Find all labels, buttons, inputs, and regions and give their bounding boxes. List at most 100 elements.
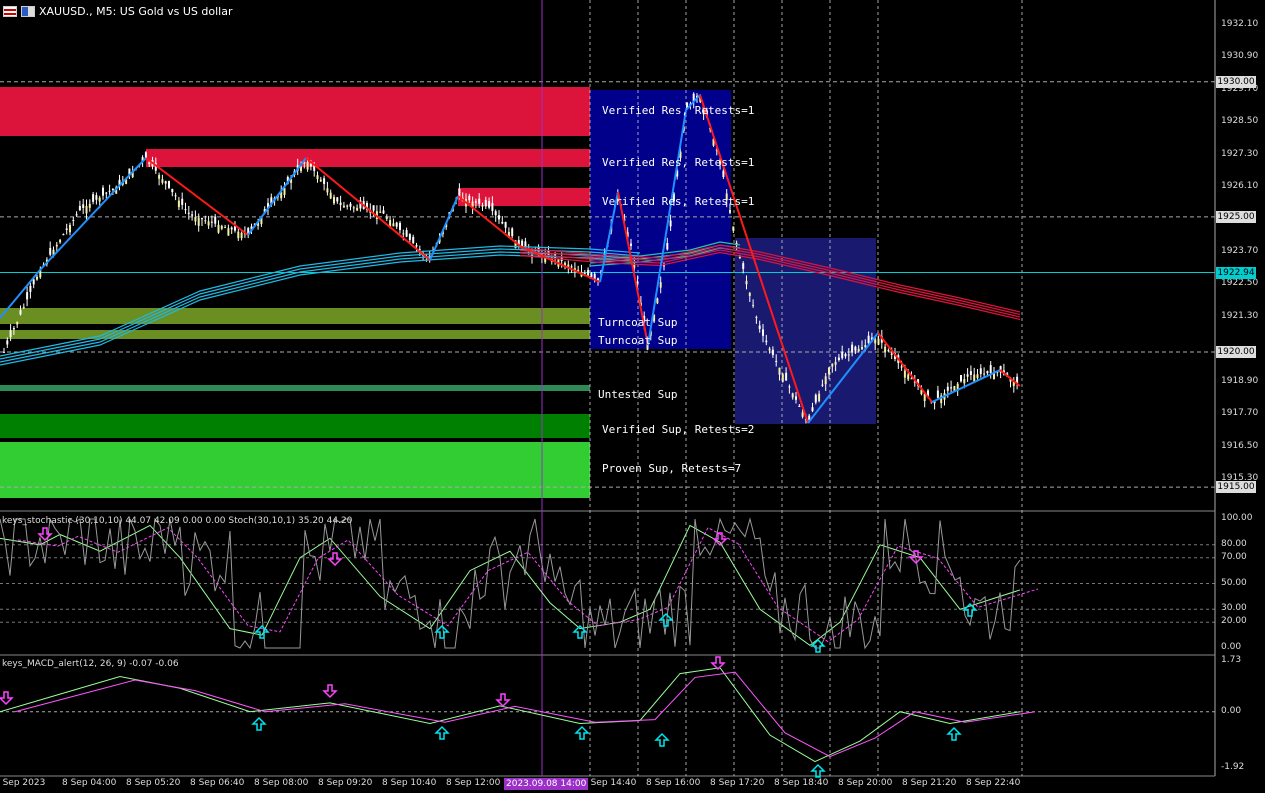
chart-type-icon [21, 5, 35, 17]
candle-body [402, 233, 405, 235]
candle-body [491, 203, 494, 212]
indicator-axis-label: 20.00 [1221, 616, 1247, 627]
candle-body [824, 376, 827, 385]
candle-body [187, 212, 190, 214]
candle-body [408, 234, 411, 240]
candle-body [814, 394, 817, 403]
candle-body [478, 198, 481, 204]
zone-label: Verified Res, Retests=1 [602, 104, 755, 117]
candle-body [164, 181, 167, 184]
candle-body [768, 348, 771, 351]
candle-body [339, 202, 342, 206]
price-level-tag: 1920.00 [1216, 345, 1256, 358]
candle-body [184, 209, 187, 211]
zone-label: Untested Sup [598, 388, 678, 401]
time-tick-label: 8 Sep 22:40 [966, 778, 1021, 788]
candle-body [49, 247, 52, 255]
candle-body [9, 330, 12, 337]
candle-body [854, 346, 857, 351]
candle-body [656, 298, 659, 304]
candle-body [75, 214, 78, 216]
candle-body [781, 374, 784, 382]
candle-body [946, 386, 949, 391]
candle-body [778, 367, 781, 375]
candle-body [32, 279, 35, 285]
candle-body [392, 223, 395, 227]
candle-body [207, 221, 210, 226]
candle-body [69, 225, 71, 233]
candle-body [78, 205, 81, 211]
candle-body [201, 218, 203, 220]
price-tick-label: 1918.90 [1221, 375, 1259, 386]
candle-body [748, 292, 751, 296]
candle-body [989, 365, 992, 373]
candle-body [587, 269, 590, 276]
candle-body [349, 203, 352, 207]
candle-body [342, 205, 345, 208]
candle-body [329, 192, 332, 199]
price-tick-label: 1922.50 [1221, 278, 1259, 289]
candle-body [484, 199, 487, 207]
time-tick-label: 8 Sep 09:20 [318, 778, 373, 788]
candle-body [6, 340, 9, 345]
candle-body [501, 221, 504, 224]
price-tick-label: 1932.10 [1221, 19, 1259, 29]
time-cursor-label: 2023.09.08 14:00 [504, 778, 589, 790]
candle-body [204, 220, 207, 222]
price-level-tag: 1925.00 [1216, 210, 1256, 223]
candle-body [356, 207, 359, 211]
candle-body [752, 304, 755, 306]
candle-body [214, 216, 217, 224]
candle-body [762, 329, 764, 336]
candle-body [382, 210, 385, 214]
candle-body [666, 242, 669, 250]
candle-body [326, 188, 329, 193]
price-tick-label: 1926.10 [1221, 181, 1259, 192]
candle-body [191, 214, 194, 216]
candle-body [910, 378, 913, 380]
price-tick-label: 1921.30 [1221, 310, 1259, 321]
candle-body [884, 346, 887, 352]
price-tick-label: 1928.50 [1221, 116, 1259, 127]
candle-body [785, 372, 788, 381]
candle-body [333, 197, 335, 204]
candle-body [729, 210, 731, 213]
price-tick-label: 1930.90 [1221, 51, 1259, 62]
candle-body [907, 374, 910, 380]
time-tick-label: 8 Sep 04:00 [62, 778, 117, 788]
candle-body [230, 227, 233, 230]
candle-body [903, 370, 906, 378]
candle-body [309, 163, 312, 167]
candle-body [983, 373, 986, 375]
price-tick-label: 1916.50 [1221, 440, 1259, 451]
candle-body [986, 371, 989, 374]
candle-body [181, 198, 184, 205]
candle-body [36, 276, 38, 280]
candle-body [659, 282, 662, 288]
indicator-axis-label: 1.73 [1221, 655, 1242, 665]
candle-body [867, 335, 870, 344]
candle-body [758, 325, 761, 329]
sr-zone [0, 308, 590, 324]
candle-body [969, 371, 972, 375]
time-tick-label: 8 Sep 16:00 [646, 778, 701, 788]
candle-body [887, 350, 890, 352]
candle-body [798, 405, 801, 407]
indicator-axis-label: 70.00 [1221, 551, 1247, 562]
indicator-axis-label: 50.00 [1221, 577, 1247, 588]
candle-body [72, 219, 75, 221]
candle-body [979, 368, 982, 374]
candle-body [837, 357, 840, 360]
candle-body [59, 239, 62, 243]
window-title: XAUUSD., M5: US Gold vs US dollar [39, 4, 233, 18]
sr-zone [146, 149, 590, 167]
price-level-tag: 1915.00 [1216, 481, 1256, 494]
candle-body [174, 195, 177, 197]
candle-body [847, 354, 850, 356]
candle-body [511, 228, 514, 237]
time-tick-label: 8 Sep 2023 [0, 778, 46, 788]
candle-body [220, 225, 223, 229]
candle-body [874, 339, 877, 344]
zone-label: Turncoat Sup [598, 334, 678, 347]
candle-body [224, 227, 227, 229]
